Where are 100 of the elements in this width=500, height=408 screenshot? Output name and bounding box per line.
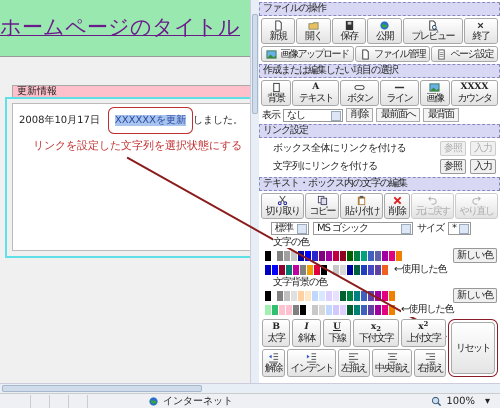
color-swatch[interactable] bbox=[291, 290, 297, 300]
color-swatch[interactable] bbox=[361, 264, 367, 274]
toolbar-button[interactable]: 画像アップロード bbox=[261, 46, 354, 62]
dropdown[interactable]: MS ゴシック bbox=[313, 222, 413, 235]
color-swatch[interactable] bbox=[272, 304, 278, 314]
color-swatch[interactable] bbox=[340, 290, 346, 300]
small-button[interactable]: 参照 bbox=[440, 159, 466, 174]
color-swatch[interactable] bbox=[300, 304, 306, 314]
color-swatch[interactable] bbox=[279, 304, 285, 314]
toolbar-button[interactable]: 切り取り bbox=[261, 193, 304, 219]
color-swatch[interactable] bbox=[340, 250, 346, 260]
toolbar-button[interactable]: 削除 bbox=[384, 193, 410, 219]
zoom-level[interactable]: 100% bbox=[446, 394, 475, 408]
toolbar-button[interactable]: 公開 bbox=[367, 18, 402, 44]
toolbar-button[interactable]: プレビュー bbox=[402, 18, 463, 44]
color-swatch[interactable] bbox=[293, 264, 299, 274]
color-swatch[interactable] bbox=[312, 304, 318, 314]
color-swatch[interactable] bbox=[286, 304, 292, 314]
color-swatch[interactable] bbox=[340, 264, 346, 274]
small-button[interactable]: 入力 bbox=[470, 159, 496, 174]
color-swatch[interactable] bbox=[293, 304, 299, 314]
dropdown[interactable]: * bbox=[448, 222, 471, 235]
color-swatch[interactable] bbox=[307, 264, 313, 274]
color-swatch[interactable] bbox=[354, 250, 360, 260]
page-title[interactable]: ホームページのタイトル bbox=[0, 15, 240, 39]
toolbar-button[interactable]: 貼り付け bbox=[340, 193, 384, 219]
zoom-menu-arrow[interactable]: ▾ bbox=[484, 394, 490, 408]
toolbar-button[interactable]: x$_{2}$ 下付文字 bbox=[353, 319, 399, 347]
order-button[interactable]: 最前面へ bbox=[376, 108, 420, 122]
toolbar-button[interactable]: ページ設定 bbox=[431, 46, 498, 62]
color-swatch[interactable] bbox=[319, 250, 325, 260]
color-swatch[interactable] bbox=[347, 250, 353, 260]
color-swatch[interactable] bbox=[375, 250, 381, 260]
toolbar-button[interactable]: I 斜体 bbox=[292, 319, 321, 347]
color-swatch[interactable] bbox=[279, 264, 285, 274]
color-swatch[interactable] bbox=[396, 250, 402, 260]
order-button[interactable]: 最背面 bbox=[423, 108, 458, 122]
toolbar-button[interactable]: x$^{2}$ 上付文字 bbox=[400, 319, 446, 347]
color-swatch[interactable] bbox=[389, 290, 395, 300]
color-swatch[interactable] bbox=[277, 290, 283, 300]
color-swatch[interactable] bbox=[333, 290, 339, 300]
color-swatch[interactable] bbox=[340, 304, 346, 314]
toolbar-button[interactable]: 画像 bbox=[420, 80, 450, 106]
toolbar-button[interactable]: U 下線 bbox=[322, 319, 352, 347]
color-swatch[interactable] bbox=[265, 264, 271, 274]
toolbar-button[interactable]: 保存 bbox=[332, 18, 366, 44]
color-swatch[interactable] bbox=[284, 290, 290, 300]
color-swatch[interactable] bbox=[326, 304, 332, 314]
toolbar-button[interactable]: ライン bbox=[380, 80, 419, 106]
toolbar-button[interactable]: コピー bbox=[304, 193, 340, 219]
reset-button[interactable]: リセット bbox=[451, 322, 495, 374]
toolbar-button[interactable]: XXXX カウンタ bbox=[450, 80, 498, 106]
toolbar-button[interactable]: 新規 bbox=[261, 18, 296, 44]
toolbar-button[interactable]: A テキスト bbox=[292, 80, 340, 106]
color-swatch[interactable] bbox=[382, 264, 388, 274]
color-swatch[interactable] bbox=[326, 250, 332, 260]
color-swatch[interactable] bbox=[347, 290, 353, 300]
dropdown[interactable]: なし bbox=[283, 108, 343, 122]
toolbar-button[interactable]: 中央揃え bbox=[372, 349, 412, 377]
toolbar-button[interactable]: インデント bbox=[287, 349, 336, 377]
toolbar-button[interactable]: B 太字 bbox=[262, 319, 290, 347]
color-swatch[interactable] bbox=[389, 250, 395, 260]
color-swatch[interactable] bbox=[354, 304, 360, 314]
order-button[interactable]: 削除 bbox=[346, 108, 373, 122]
color-swatch[interactable] bbox=[361, 304, 367, 314]
color-swatch[interactable] bbox=[319, 304, 325, 314]
color-swatch[interactable] bbox=[305, 290, 311, 300]
color-swatch[interactable] bbox=[319, 290, 325, 300]
horizontal-scrollbar[interactable] bbox=[0, 383, 500, 393]
color-swatch[interactable] bbox=[382, 250, 388, 260]
color-swatch[interactable] bbox=[333, 264, 339, 274]
color-swatch[interactable] bbox=[382, 290, 388, 300]
color-swatch[interactable] bbox=[368, 250, 374, 260]
color-swatch[interactable] bbox=[375, 304, 381, 314]
toolbar-button[interactable]: ボタン bbox=[340, 80, 380, 106]
dropdown[interactable]: 標準 bbox=[271, 222, 309, 235]
color-swatch[interactable] bbox=[312, 290, 318, 300]
vertical-scrollbar[interactable] bbox=[250, 0, 259, 383]
color-swatch[interactable] bbox=[265, 250, 271, 260]
color-swatch[interactable] bbox=[333, 250, 339, 260]
color-swatch[interactable] bbox=[347, 264, 353, 274]
color-swatch[interactable] bbox=[272, 264, 278, 274]
color-swatch[interactable] bbox=[265, 290, 271, 300]
color-swatch[interactable] bbox=[333, 304, 339, 314]
toolbar-button[interactable]: 解除 bbox=[262, 349, 286, 377]
color-swatch[interactable] bbox=[314, 264, 320, 274]
color-swatch[interactable] bbox=[284, 250, 290, 260]
color-swatch[interactable] bbox=[300, 264, 306, 274]
new-color-button[interactable]: 新しい色 bbox=[453, 248, 497, 263]
color-swatch[interactable] bbox=[298, 290, 304, 300]
color-swatch[interactable] bbox=[354, 264, 360, 274]
toolbar-button[interactable]: 開く bbox=[296, 18, 331, 44]
color-swatch[interactable] bbox=[382, 304, 388, 314]
color-swatch[interactable] bbox=[265, 304, 271, 314]
color-swatch[interactable] bbox=[347, 304, 353, 314]
new-color-button[interactable]: 新しい色 bbox=[453, 288, 497, 303]
color-swatch[interactable] bbox=[354, 290, 360, 300]
color-swatch[interactable] bbox=[368, 264, 374, 274]
toolbar-button[interactable]: 背景 bbox=[261, 80, 292, 106]
color-swatch[interactable] bbox=[368, 304, 374, 314]
